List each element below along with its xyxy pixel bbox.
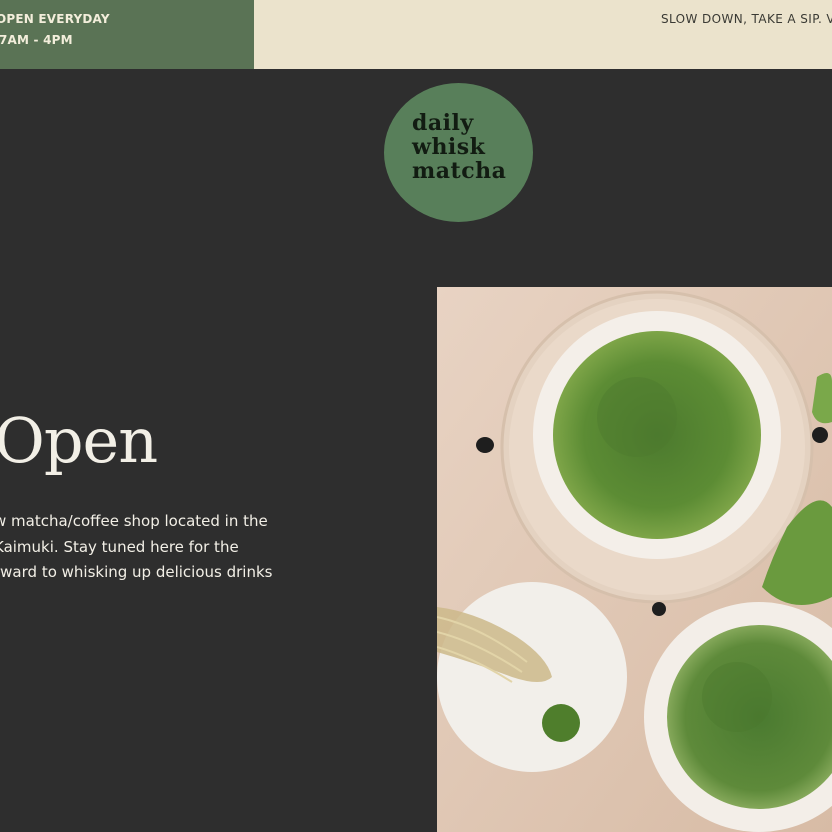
logo-line-daily: daily bbox=[412, 110, 474, 136]
tagline-banner: SLOW DOWN, TAKE A SIP. V bbox=[254, 0, 832, 69]
hours-days: OPEN EVERYDAY bbox=[0, 12, 110, 26]
matcha-photo-illustration bbox=[437, 287, 832, 832]
hero-description-line-3: rward to whisking up delicious drinks bbox=[0, 563, 273, 581]
logo-line-whisk: whisk bbox=[412, 134, 486, 160]
hero-description-line-1: w matcha/coffee shop located in the bbox=[0, 512, 268, 530]
hero-title: Open bbox=[0, 404, 158, 477]
logo-line-matcha: matcha bbox=[412, 158, 507, 184]
logo-wordmark: daily whisk matcha bbox=[412, 111, 506, 183]
matcha-bowls-photo bbox=[437, 287, 832, 832]
hours-banner: OPEN EVERYDAY 7AM - 4PM bbox=[0, 0, 254, 69]
hero-description-line-2: Kaimuki. Stay tuned here for the bbox=[0, 537, 239, 556]
hero-description: w matcha/coffee shop located in the Kaim… bbox=[0, 509, 304, 586]
announcement-bar: OPEN EVERYDAY 7AM - 4PM SLOW DOWN, TAKE … bbox=[0, 0, 832, 69]
hours-time: 7AM - 4PM bbox=[0, 33, 73, 47]
logo-home-link[interactable]: daily whisk matcha bbox=[384, 83, 533, 222]
tagline-text: SLOW DOWN, TAKE A SIP. V bbox=[661, 12, 832, 26]
